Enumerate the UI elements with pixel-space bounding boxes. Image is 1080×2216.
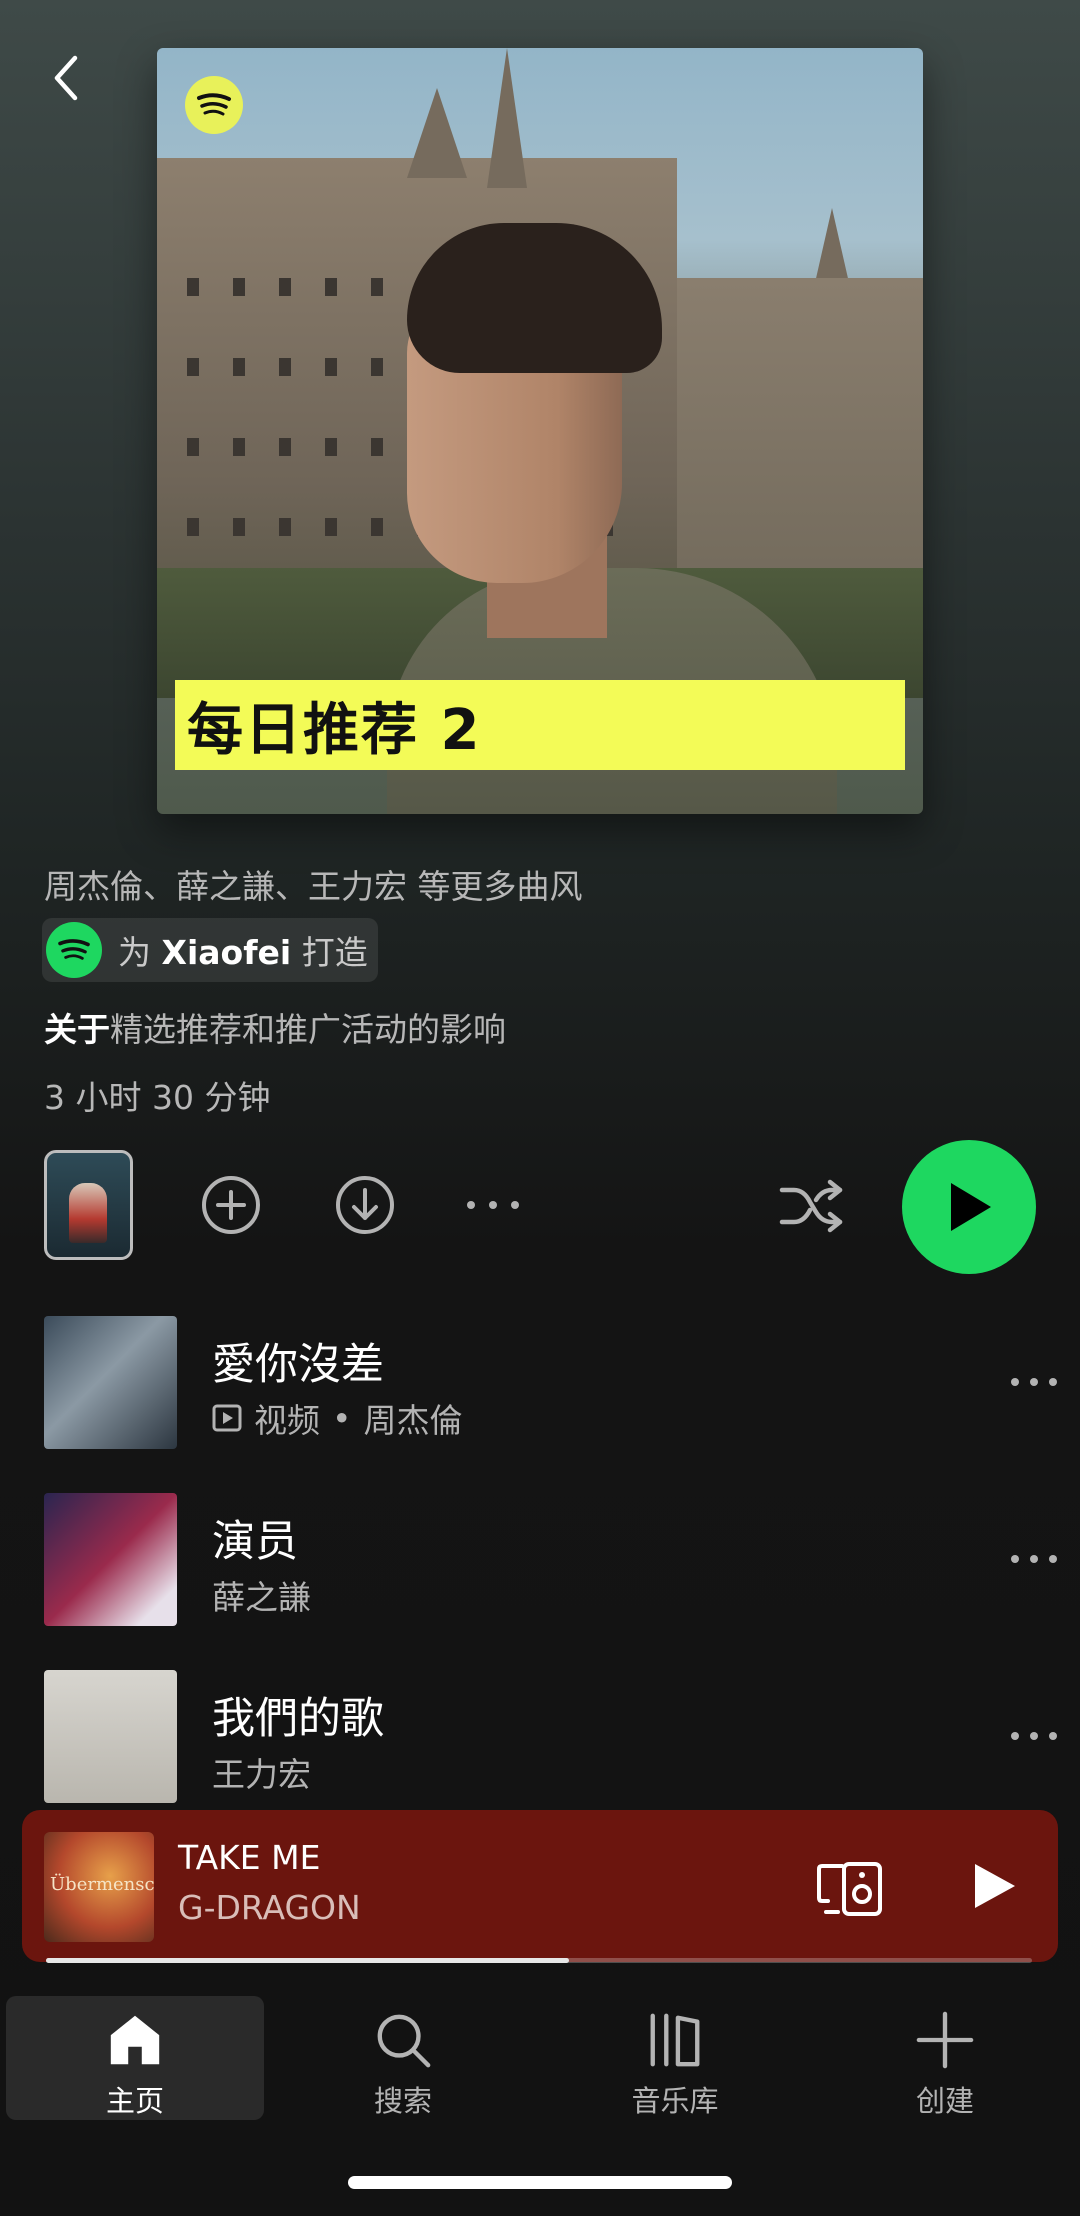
nav-item-library[interactable]: 音乐库 (546, 1996, 804, 2120)
more-icon (1011, 1555, 1057, 1563)
preview-thumbnail[interactable] (44, 1150, 133, 1260)
cover-title: 每日推荐 2 (187, 697, 482, 763)
video-icon (212, 1404, 242, 1432)
download-icon (336, 1176, 394, 1234)
playlist-artists: 周杰倫、薛之謙、王力宏 等更多曲风 (44, 867, 583, 906)
track-artist: 周杰倫 (363, 1401, 463, 1440)
track-more-button[interactable] (1004, 1716, 1064, 1756)
play-icon (951, 1183, 991, 1231)
about-recommendations-link[interactable]: 关于精选推荐和推广活动的影响 (44, 1003, 506, 1051)
more-icon (467, 1201, 519, 1209)
track-artist: 王力宏 (212, 1755, 311, 1794)
add-to-library-button[interactable] (198, 1172, 264, 1238)
search-icon (377, 2014, 431, 2068)
track-more-button[interactable] (1004, 1539, 1064, 1579)
made-for-user: Xiaofei (161, 933, 292, 972)
track-more-button[interactable] (1004, 1362, 1064, 1402)
nav-label: 搜索 (373, 2084, 432, 2118)
track-subtitle: 薛之謙 (212, 1571, 311, 1619)
back-button[interactable] (36, 48, 96, 108)
mini-player-artwork: Übermensch (44, 1832, 154, 1942)
connect-devices-icon (817, 1862, 882, 1916)
nav-item-home[interactable]: 主页 (6, 1996, 264, 2120)
track-artwork (44, 1670, 177, 1803)
plus-circle-icon (202, 1176, 260, 1234)
track-artwork (44, 1493, 177, 1626)
mini-player-art-text: Übermensch (50, 1874, 154, 1895)
track-subtitle: 视频 • 周杰倫 (212, 1394, 462, 1442)
nav-item-search[interactable]: 搜索 (274, 1996, 532, 2120)
track-title: 愛你沒差 (212, 1340, 384, 1390)
plus-icon (916, 2011, 974, 2069)
playlist-cover: 每日推荐 2 (157, 48, 923, 814)
track-row[interactable]: 我們的歌 王力宏 (44, 1670, 1057, 1805)
nav-label: 音乐库 (631, 2084, 719, 2118)
track-row[interactable]: 愛你沒差 视频 • 周杰倫 (44, 1316, 1057, 1451)
track-title: 我們的歌 (212, 1694, 384, 1744)
library-icon (650, 2013, 700, 2067)
home-icon (110, 2015, 160, 2065)
more-options-button[interactable] (460, 1180, 526, 1230)
shuffle-icon (779, 1179, 843, 1233)
download-button[interactable] (332, 1172, 398, 1238)
nav-item-create[interactable]: 创建 (816, 1996, 1074, 2120)
track-artwork (44, 1316, 177, 1449)
mini-player-title: TAKE ME (178, 1838, 321, 1877)
track-artist: 薛之謙 (212, 1578, 311, 1617)
nav-label: 创建 (915, 2084, 974, 2118)
home-indicator (348, 2176, 732, 2189)
connect-devices-button[interactable] (816, 1860, 884, 1918)
more-icon (1011, 1732, 1057, 1740)
track-subtitle: 王力宏 (212, 1748, 311, 1796)
progress-fill (46, 1958, 569, 1963)
made-for-badge[interactable]: 为 Xiaofei 打造 (42, 918, 378, 982)
track-row[interactable]: 演员 薛之謙 (44, 1493, 1057, 1628)
nav-label: 主页 (105, 2084, 164, 2118)
track-title: 演员 (212, 1517, 298, 1567)
cover-banner: 每日推荐 2 (175, 680, 905, 770)
mini-player[interactable]: Übermensch TAKE ME G-DRAGON (22, 1810, 1058, 1962)
more-icon (1011, 1378, 1057, 1386)
mini-player-play-button[interactable] (962, 1854, 1026, 1918)
play-icon (975, 1864, 1015, 1908)
mini-player-artist: G-DRAGON (178, 1888, 361, 1927)
shuffle-button[interactable] (776, 1170, 848, 1242)
play-button[interactable] (902, 1140, 1036, 1274)
chevron-left-icon (54, 55, 78, 101)
bottom-nav: 主页 搜索 音乐库 创建 (0, 1986, 1080, 2126)
mini-player-progress[interactable] (46, 1958, 1032, 1963)
spotify-logo-icon (46, 922, 102, 978)
playlist-duration: 3 小时 30 分钟 (44, 1078, 271, 1117)
spotify-logo-icon (185, 76, 243, 134)
